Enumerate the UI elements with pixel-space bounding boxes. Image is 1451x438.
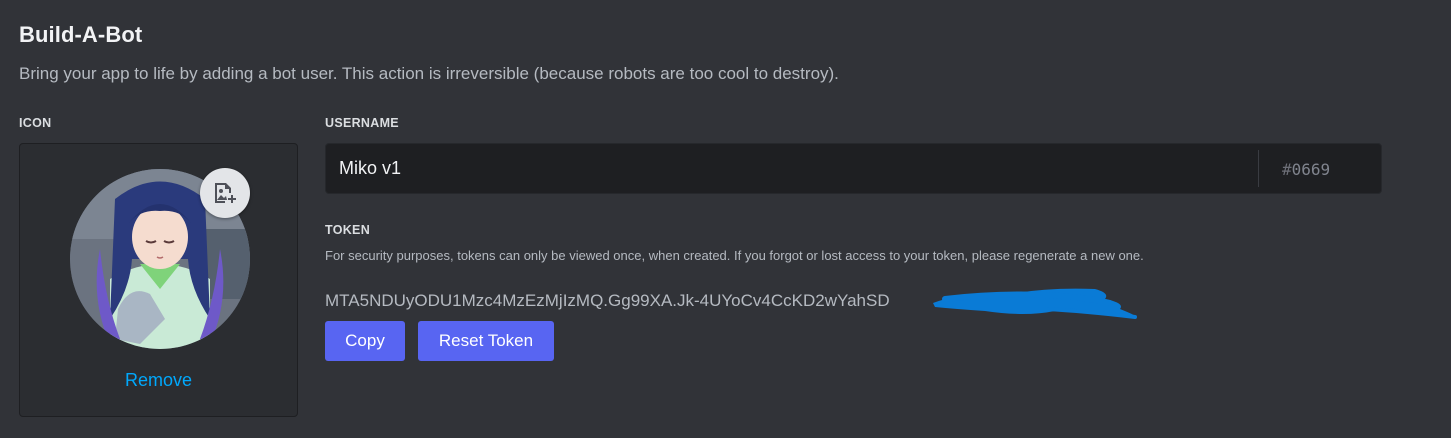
build-a-bot-page: Build-A-Bot Bring your app to life by ad… xyxy=(0,0,1451,438)
discriminator-divider xyxy=(1258,150,1259,187)
token-description: For security purposes, tokens can only b… xyxy=(325,248,1144,263)
image-add-icon xyxy=(215,183,236,203)
redaction-scribble xyxy=(933,288,1137,319)
discriminator-value: 0669 xyxy=(1291,160,1331,179)
discriminator-hash: # xyxy=(1282,160,1292,179)
icon-upload-box[interactable]: Remove xyxy=(19,143,298,417)
icon-label: ICON xyxy=(19,116,52,130)
discriminator: #0669 xyxy=(1282,160,1330,179)
token-label: TOKEN xyxy=(325,223,371,237)
upload-image-button[interactable] xyxy=(200,168,250,218)
reset-token-button[interactable]: Reset Token xyxy=(418,321,554,361)
username-input[interactable] xyxy=(326,144,1256,193)
remove-avatar-link[interactable]: Remove xyxy=(20,370,297,391)
username-field: #0669 xyxy=(325,143,1382,194)
token-value: MTA5NDUyODU1Mzc4MzEzMjIzMQ.Gg99XA.Jk-4UY… xyxy=(325,291,890,310)
page-title: Build-A-Bot xyxy=(19,22,143,47)
page-subtitle: Bring your app to life by adding a bot u… xyxy=(19,64,839,83)
username-label: USERNAME xyxy=(325,116,399,130)
copy-button[interactable]: Copy xyxy=(325,321,405,361)
